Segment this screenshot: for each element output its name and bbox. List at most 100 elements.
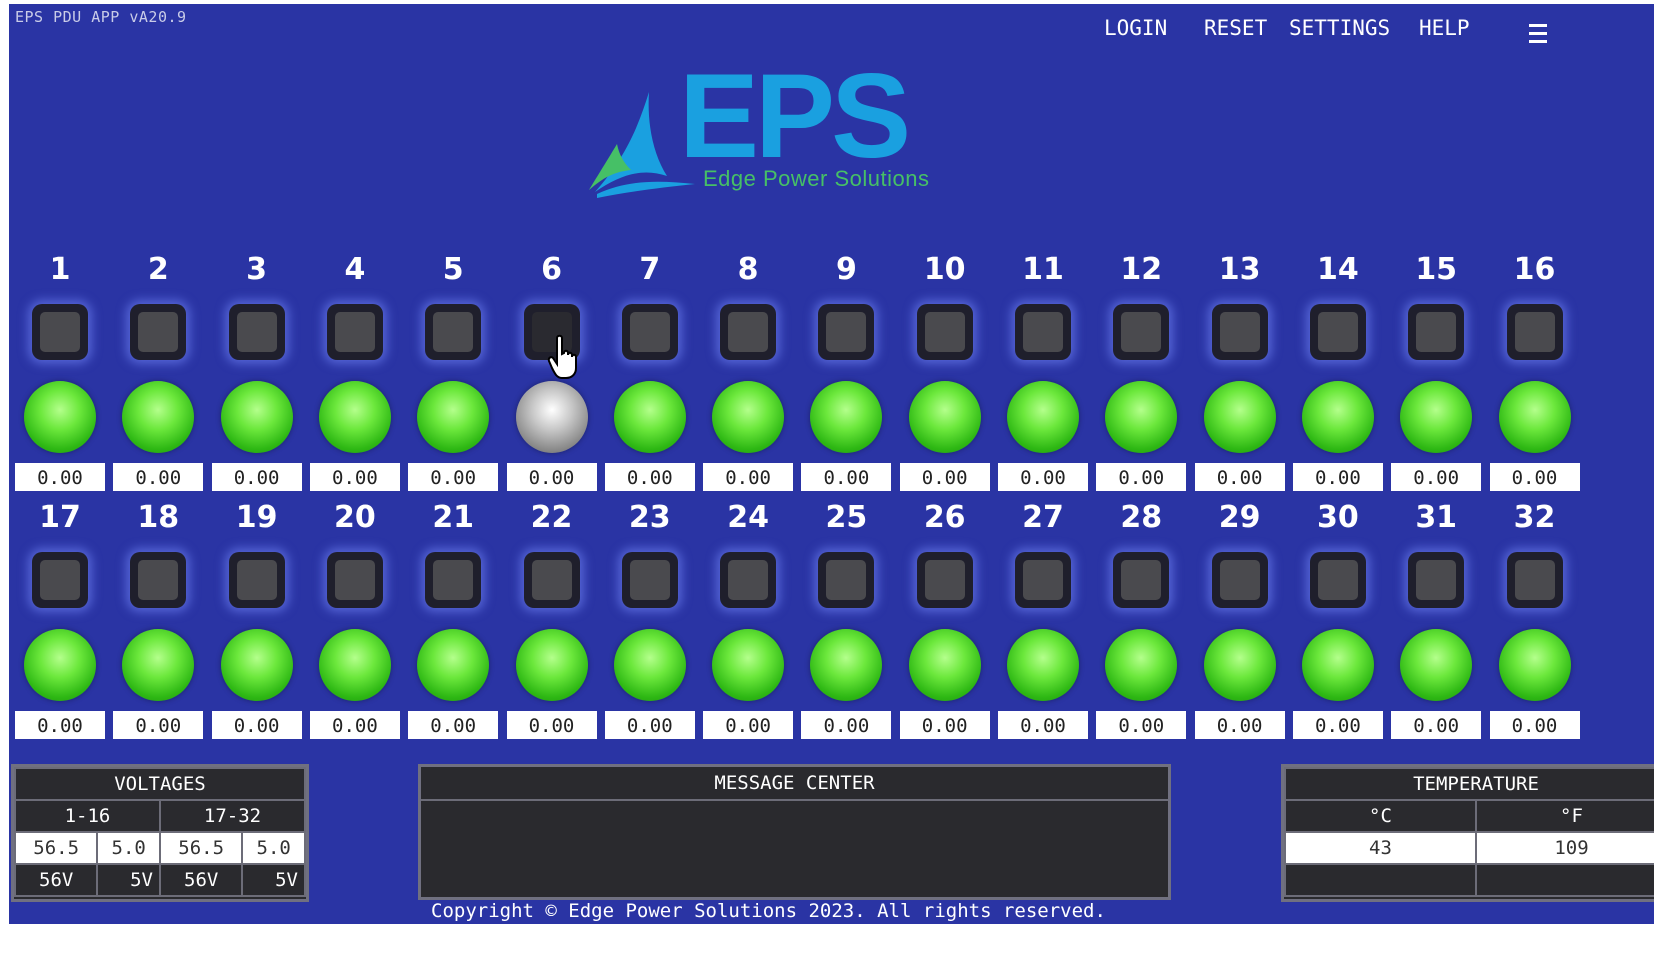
outlet-toggle-button[interactable] bbox=[621, 552, 678, 608]
voltages-panel: VOLTAGES 1-16 17-32 56.5 5.0 56.5 5.0 56… bbox=[11, 764, 309, 902]
outlet-toggle-button[interactable] bbox=[1408, 552, 1465, 608]
outlet-toggle-button[interactable] bbox=[1113, 552, 1170, 608]
outlet-status-led bbox=[1007, 629, 1079, 701]
help-link[interactable]: HELP bbox=[1419, 16, 1470, 40]
outlet-toggle-face bbox=[1514, 312, 1555, 352]
outlet-toggle-button[interactable] bbox=[326, 552, 383, 608]
temperature-title: TEMPERATURE bbox=[1284, 767, 1654, 801]
outlet-toggle-button[interactable] bbox=[818, 304, 875, 360]
eps-logo: EPS Edge Power Solutions bbox=[587, 56, 1007, 200]
outlet-toggle-button[interactable] bbox=[621, 304, 678, 360]
login-link[interactable]: LOGIN bbox=[1104, 16, 1167, 40]
outlet-toggle-face bbox=[1317, 560, 1358, 600]
outlet-toggle-face bbox=[138, 312, 179, 352]
outlet-toggle-button[interactable] bbox=[228, 304, 285, 360]
outlet-number: 1 bbox=[49, 252, 71, 287]
outlet-toggle-button[interactable] bbox=[1309, 304, 1366, 360]
outlet-toggle-button[interactable] bbox=[720, 304, 777, 360]
outlet-current-value: 0.00 bbox=[112, 462, 205, 492]
app-screen: EPS PDU APP vA20.9 LOGIN RESET SETTINGS … bbox=[9, 4, 1654, 924]
outlet-current-value: 0.00 bbox=[308, 710, 401, 740]
outlet-toggle-face bbox=[629, 312, 670, 352]
outlet-status-led bbox=[417, 381, 490, 453]
temperature-blank-cell bbox=[1284, 863, 1477, 897]
outlet-status-led bbox=[810, 381, 883, 453]
outlet-current-value: 0.00 bbox=[14, 710, 106, 740]
outlet-toggle-face bbox=[1023, 560, 1063, 600]
outlet-number: 20 bbox=[334, 500, 376, 535]
outlet-current-value: 0.00 bbox=[14, 462, 106, 492]
outlet-current-value: 0.00 bbox=[1291, 710, 1384, 740]
outlet-status-led bbox=[712, 629, 785, 701]
outlet-current-value: 0.00 bbox=[1095, 710, 1188, 740]
outlet-current-value: 0.00 bbox=[603, 462, 696, 492]
outlet-toggle-button[interactable] bbox=[523, 552, 580, 608]
voltage-group-label: 1-16 bbox=[14, 799, 161, 833]
outlet-toggle-button[interactable] bbox=[425, 552, 482, 608]
outlet-status-led bbox=[908, 629, 981, 701]
outlet-status-led bbox=[1105, 629, 1178, 701]
voltage-reading: 56.5 bbox=[13, 831, 99, 865]
message-center-title: MESSAGE CENTER bbox=[421, 767, 1168, 801]
outlet-toggle-face bbox=[728, 312, 769, 352]
voltage-nominal: 56V bbox=[158, 863, 244, 897]
outlet-toggle-button[interactable] bbox=[228, 552, 285, 608]
logo-tagline: Edge Power Solutions bbox=[703, 166, 930, 191]
reset-link[interactable]: RESET bbox=[1204, 16, 1267, 40]
outlet-status-led bbox=[1007, 381, 1079, 453]
outlet-toggle-button[interactable] bbox=[130, 552, 187, 608]
outlet-toggle-face bbox=[1416, 560, 1457, 600]
outlet-toggle-face bbox=[433, 312, 474, 352]
outlet-toggle-button[interactable] bbox=[1113, 304, 1170, 360]
outlet-toggle-face bbox=[1121, 560, 1162, 600]
outlet-number: 10 bbox=[923, 252, 966, 287]
outlet-current-value: 0.00 bbox=[997, 710, 1089, 740]
copyright-text: Copyright © Edge Power Solutions 2023. A… bbox=[431, 900, 1106, 922]
outlet-toggle-button[interactable] bbox=[916, 552, 973, 608]
outlet-toggle-button[interactable] bbox=[1211, 304, 1268, 360]
outlet-toggle-button[interactable] bbox=[1506, 304, 1563, 360]
outlet-current-value: 0.00 bbox=[898, 710, 991, 740]
outlet-toggle-button[interactable] bbox=[1408, 304, 1465, 360]
outlet-current-value: 0.00 bbox=[210, 710, 303, 740]
voltages-title: VOLTAGES bbox=[14, 767, 306, 801]
outlet-current-value: 0.00 bbox=[1291, 462, 1384, 492]
outlet-toggle-button[interactable] bbox=[326, 304, 383, 360]
outlet-number: 15 bbox=[1415, 252, 1458, 287]
outlet-toggle-button[interactable] bbox=[1309, 552, 1366, 608]
outlet-status-led bbox=[220, 381, 293, 453]
outlet-toggle-button[interactable] bbox=[916, 304, 973, 360]
outlet-toggle-button[interactable] bbox=[32, 552, 88, 608]
outlet-toggle-button[interactable] bbox=[818, 552, 875, 608]
outlet-number: 30 bbox=[1317, 500, 1359, 535]
outlet-toggle-button[interactable] bbox=[720, 552, 777, 608]
outlet-status-led bbox=[908, 381, 981, 453]
outlet-current-value: 0.00 bbox=[1193, 710, 1286, 740]
outlet-toggle-button[interactable] bbox=[425, 304, 482, 360]
outlet-number: 26 bbox=[923, 500, 966, 535]
outlet-current-value: 0.00 bbox=[702, 462, 795, 492]
settings-link[interactable]: SETTINGS bbox=[1289, 16, 1390, 40]
outlet-current-value: 0.00 bbox=[1390, 462, 1483, 492]
voltage-reading: 56.5 bbox=[158, 831, 244, 865]
menu-icon[interactable] bbox=[1529, 24, 1547, 48]
outlet-number: 16 bbox=[1513, 252, 1556, 287]
outlet-toggle-button[interactable] bbox=[1211, 552, 1268, 608]
outlet-current-value: 0.00 bbox=[1390, 710, 1483, 740]
outlet-toggle-button[interactable] bbox=[1015, 304, 1071, 360]
outlet-toggle-button[interactable] bbox=[1506, 552, 1563, 608]
outlet-toggle-button[interactable] bbox=[32, 304, 88, 360]
outlet-toggle-button[interactable] bbox=[1015, 552, 1071, 608]
outlet-toggle-button[interactable] bbox=[130, 304, 187, 360]
fahrenheit-value: 109 bbox=[1475, 831, 1654, 865]
outlet-number: 3 bbox=[246, 252, 268, 287]
outlet-number: 27 bbox=[1022, 500, 1064, 535]
outlet-toggle-face bbox=[334, 312, 375, 352]
outlet-number: 12 bbox=[1120, 252, 1163, 287]
outlet-status-led bbox=[712, 381, 785, 453]
outlet-status-led bbox=[318, 629, 391, 701]
outlet-number: 24 bbox=[727, 500, 769, 535]
voltage-reading: 5.0 bbox=[241, 831, 306, 865]
outlet-status-led bbox=[1301, 381, 1374, 453]
outlet-toggle-face bbox=[1219, 560, 1260, 600]
